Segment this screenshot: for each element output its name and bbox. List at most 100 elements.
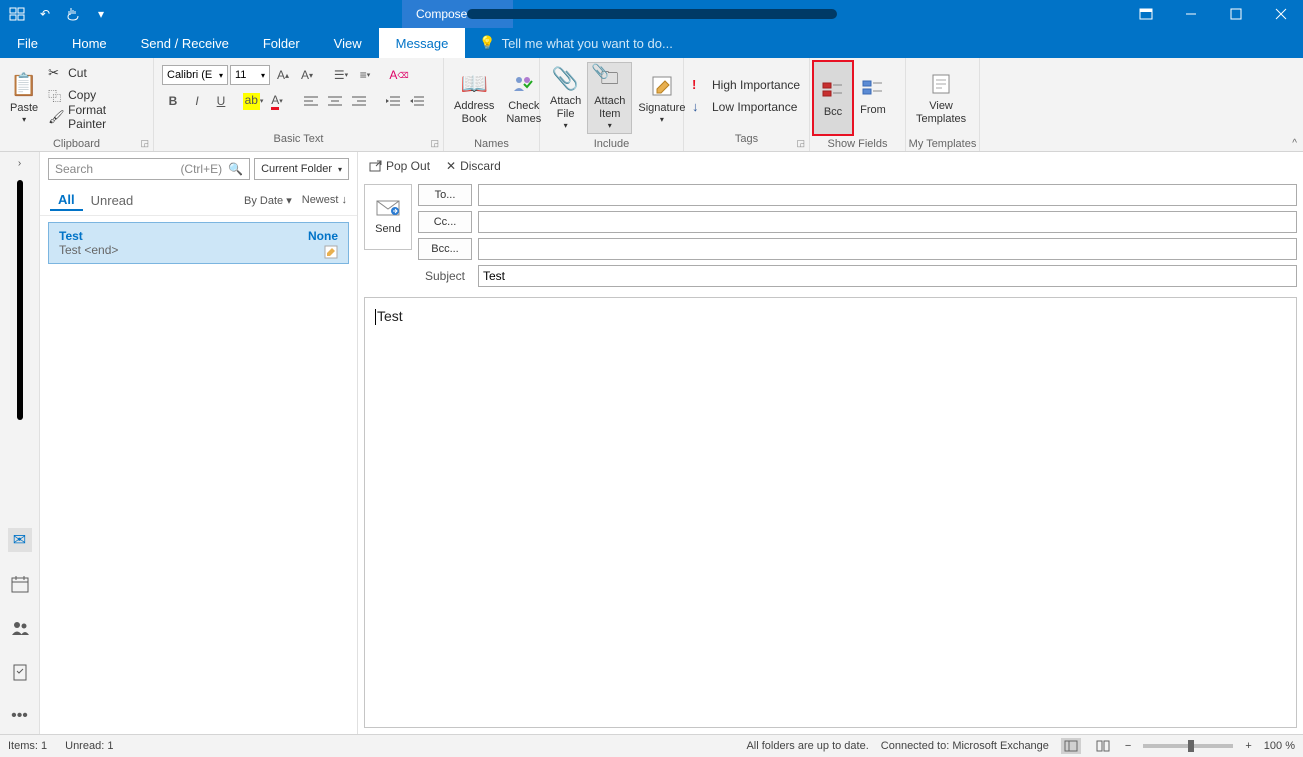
low-importance-button[interactable]: ↓Low Importance	[688, 96, 801, 118]
increase-indent-button[interactable]	[406, 90, 428, 112]
grow-font-button[interactable]: A▴	[272, 64, 294, 86]
sort-by-button[interactable]: By Date ▾	[244, 194, 292, 207]
clipboard-dialog-launcher[interactable]: ◲	[140, 138, 149, 149]
pop-out-button[interactable]: Pop Out	[368, 159, 430, 173]
font-family-select[interactable]: Calibri (E▾	[162, 65, 228, 85]
tasks-icon[interactable]	[8, 660, 32, 684]
italic-button[interactable]: I	[186, 90, 208, 112]
tab-message[interactable]: Message	[379, 28, 466, 58]
tell-me-search[interactable]: 💡 Tell me what you want to do...	[465, 28, 672, 58]
qat-all-folders-icon[interactable]	[6, 3, 28, 25]
format-painter-button[interactable]: 🖌Format Painter	[44, 106, 149, 128]
underline-button[interactable]: U	[210, 90, 232, 112]
view-reading-button[interactable]	[1093, 738, 1113, 754]
bold-button[interactable]: B	[162, 90, 184, 112]
bcc-field-button[interactable]: Bcc...	[418, 238, 472, 260]
cc-input[interactable]	[478, 211, 1297, 233]
high-importance-button[interactable]: !High Importance	[688, 74, 804, 96]
expand-folder-pane-button[interactable]: ›	[18, 158, 21, 176]
signature-icon	[648, 72, 676, 100]
bcc-button[interactable]: Bcc	[814, 62, 852, 134]
cut-label: Cut	[68, 66, 87, 80]
filter-all[interactable]: All	[50, 190, 83, 211]
zoom-in-button[interactable]: +	[1245, 740, 1251, 752]
clipboard-icon: 📋	[10, 72, 38, 100]
attach-item-button[interactable]: 📎 🗀 Attach Item▾	[587, 62, 632, 134]
bullets-button[interactable]: ☰▾	[330, 64, 352, 86]
copy-icon: ⿻	[48, 86, 64, 105]
message-preview: Test <end>	[59, 243, 338, 257]
message-body[interactable]: Test	[364, 297, 1297, 728]
to-input[interactable]	[478, 184, 1297, 206]
search-shortcut-label: (Ctrl+E)	[180, 162, 222, 176]
paste-button[interactable]: 📋 Paste ▾	[4, 62, 44, 134]
sort-order-button[interactable]: Newest ↓	[302, 194, 347, 207]
check-names-icon	[510, 70, 538, 98]
attach-file-button[interactable]: 📎 Attach File▾	[544, 62, 587, 134]
search-icon[interactable]: 🔍	[228, 162, 243, 176]
close-button[interactable]	[1258, 0, 1303, 28]
lightbulb-icon: 💡	[479, 35, 495, 51]
high-importance-icon: !	[692, 77, 708, 92]
attach-file-label: Attach File	[550, 95, 581, 121]
zoom-slider[interactable]	[1143, 744, 1233, 748]
ribbon-display-icon[interactable]	[1123, 0, 1168, 28]
folder-scrollbar[interactable]	[17, 180, 23, 420]
cc-button[interactable]: Cc...	[418, 211, 472, 233]
view-normal-button[interactable]	[1061, 738, 1081, 754]
tab-file[interactable]: File	[0, 28, 55, 58]
view-templates-label: View Templates	[916, 100, 966, 126]
view-templates-button[interactable]: View Templates	[910, 62, 972, 134]
maximize-button[interactable]	[1213, 0, 1258, 28]
group-my-templates: View Templates My Templates	[906, 58, 980, 151]
bcc-input[interactable]	[478, 238, 1297, 260]
align-left-button[interactable]	[300, 90, 322, 112]
qat-customize-icon[interactable]: ▾	[90, 3, 112, 25]
collapse-ribbon-button[interactable]: ^	[1292, 138, 1297, 149]
cut-button[interactable]: ✂Cut	[44, 62, 149, 84]
send-button[interactable]: Send	[364, 184, 412, 250]
minimize-button[interactable]	[1168, 0, 1213, 28]
address-book-label: Address Book	[454, 100, 494, 126]
title-bar: ↶ ▾ Compose Tools	[0, 0, 1303, 28]
pop-out-label: Pop Out	[386, 159, 430, 173]
search-scope-select[interactable]: Current Folder ▾	[254, 158, 349, 180]
signature-button[interactable]: Signature▾	[632, 62, 691, 134]
undo-icon[interactable]: ↶	[34, 3, 56, 25]
search-input[interactable]: Search (Ctrl+E) 🔍	[48, 158, 250, 180]
discard-button[interactable]: ✕ Discard	[446, 159, 501, 173]
people-icon[interactable]	[8, 616, 32, 640]
group-basic-text: Calibri (E▾ 11▾ A▴ A▾ ☰▾ ≡▾ A⌫ B I U ab▾…	[154, 58, 444, 151]
zoom-out-button[interactable]: −	[1125, 740, 1131, 752]
draft-indicator-icon	[324, 245, 338, 259]
decrease-indent-button[interactable]	[382, 90, 404, 112]
tab-folder[interactable]: Folder	[246, 28, 317, 58]
calendar-icon[interactable]	[8, 572, 32, 596]
basictext-dialog-launcher[interactable]: ◲	[430, 138, 439, 149]
more-nav-icon[interactable]: •••	[8, 704, 32, 728]
numbering-button[interactable]: ≡▾	[354, 64, 376, 86]
tags-dialog-launcher[interactable]: ◲	[796, 138, 805, 149]
shrink-font-button[interactable]: A▾	[296, 64, 318, 86]
tab-send-receive[interactable]: Send / Receive	[124, 28, 246, 58]
tab-view[interactable]: View	[317, 28, 379, 58]
tell-me-label: Tell me what you want to do...	[502, 36, 673, 51]
touch-mode-icon[interactable]	[62, 3, 84, 25]
filter-unread[interactable]: Unread	[83, 191, 142, 210]
tab-home[interactable]: Home	[55, 28, 124, 58]
mail-icon[interactable]: ✉	[8, 528, 32, 552]
clear-formatting-button[interactable]: A⌫	[388, 64, 410, 86]
subject-input[interactable]	[478, 265, 1297, 287]
align-right-button[interactable]	[348, 90, 370, 112]
address-book-button[interactable]: 📖 Address Book	[448, 62, 500, 134]
from-button[interactable]: From	[854, 60, 892, 132]
font-color-button[interactable]: A▾	[266, 90, 288, 112]
ribbon-tabs: File Home Send / Receive Folder View Mes…	[0, 28, 1303, 58]
align-center-button[interactable]	[324, 90, 346, 112]
to-button[interactable]: To...	[418, 184, 472, 206]
font-size-select[interactable]: 11▾	[230, 65, 270, 85]
bcc-highlight-box: Bcc	[812, 60, 854, 136]
message-item[interactable]: Test None Test <end>	[48, 222, 349, 264]
highlight-button[interactable]: ab▾	[242, 90, 264, 112]
low-importance-icon: ↓	[692, 99, 708, 114]
